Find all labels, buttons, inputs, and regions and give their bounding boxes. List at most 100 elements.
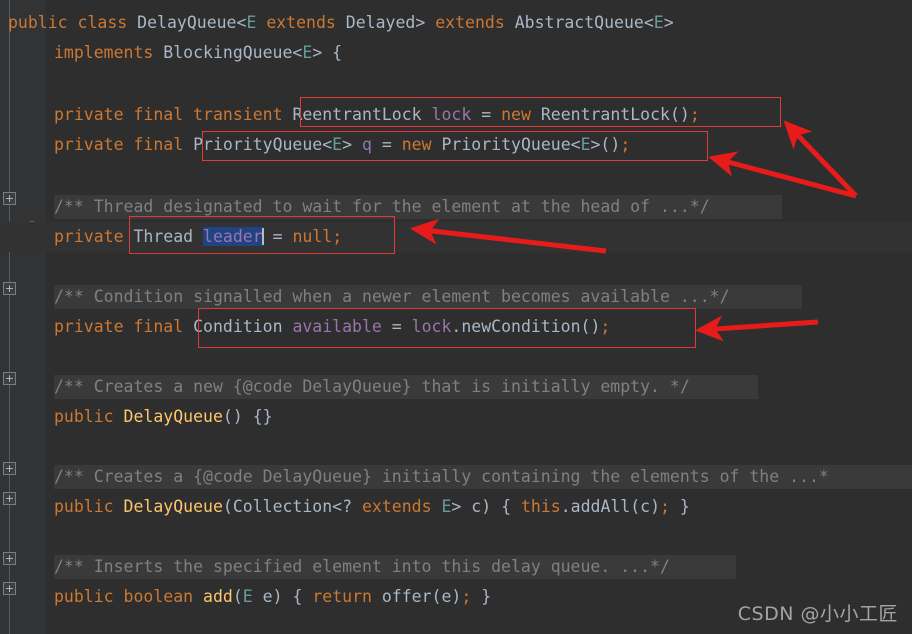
code-token: boolean	[123, 587, 194, 606]
code-token: <	[236, 13, 247, 32]
code-token: > c) {	[451, 497, 521, 516]
code-token: DelayQueue	[123, 407, 223, 426]
code-token: extends	[266, 13, 336, 32]
line-lock-field[interactable]: private final transient ReentrantLock lo…	[54, 100, 700, 130]
code-token: /** Creates a new {@code DelayQueue} tha…	[54, 377, 690, 396]
code-token: final	[133, 317, 184, 336]
fold-marker-1[interactable]: +	[3, 282, 16, 295]
code-token: E	[242, 587, 253, 606]
code-token: =	[471, 105, 502, 124]
line-leader-comment[interactable]: /** Thread designated to wait for the el…	[54, 192, 710, 222]
code-token: PriorityQueue	[441, 135, 571, 154]
code-token: implements	[54, 43, 154, 62]
code-token: AbstractQueue	[514, 13, 644, 32]
code-token: =	[371, 135, 402, 154]
code-token: available	[292, 317, 382, 336]
fold-marker-2[interactable]: +	[3, 372, 16, 385]
code-token: .addAll(c)	[560, 497, 661, 516]
code-token: >()	[590, 135, 621, 154]
code-token: public	[54, 497, 114, 516]
code-token: /** Creates a {@code DelayQueue} initial…	[54, 467, 829, 486]
editor-gutter: + + + + + + +	[0, 0, 46, 634]
code-token: }	[679, 497, 690, 516]
code-token: E	[302, 43, 313, 62]
code-token: add	[203, 587, 233, 606]
code-token: >	[663, 13, 674, 32]
code-token: return	[312, 587, 372, 606]
code-token: final	[133, 105, 184, 124]
code-token: public	[8, 13, 68, 32]
code-token: e) {	[252, 587, 313, 606]
code-token: private	[54, 227, 124, 246]
code-token: E	[580, 135, 591, 154]
code-token: =	[381, 317, 412, 336]
fold-marker-5[interactable]: +	[3, 552, 16, 565]
code-token: ReentrantLock	[540, 105, 670, 124]
code-token: E	[246, 13, 257, 32]
code-text-area[interactable]: public class DelayQueue<E extends Delaye…	[0, 0, 912, 634]
code-token: /** Inserts the specified element into t…	[54, 557, 670, 576]
line-add[interactable]: public boolean add(E e) { return offer(e…	[54, 582, 491, 612]
code-token: private	[54, 105, 124, 124]
code-token: (	[222, 497, 233, 516]
code-token: public	[54, 587, 114, 606]
line-ctor1[interactable]: public DelayQueue(Collection<? extends E…	[54, 492, 690, 522]
code-token: lock	[431, 105, 472, 124]
code-token: <	[643, 13, 654, 32]
fold-marker-0[interactable]: +	[3, 192, 16, 205]
code-token: ReentrantLock	[292, 105, 422, 124]
fold-marker-4[interactable]: +	[3, 492, 16, 505]
code-token: E	[441, 497, 452, 516]
code-token: BlockingQueue	[163, 43, 293, 62]
code-token: final	[133, 135, 184, 154]
code-token: ;	[461, 587, 482, 606]
code-token: E	[653, 13, 664, 32]
line-ctor0[interactable]: public DelayQueue() {}	[54, 402, 273, 432]
code-token: <	[322, 135, 333, 154]
line-leader-field[interactable]: private Thread leader = null;	[54, 222, 342, 252]
code-token: transient	[193, 105, 283, 124]
line-ctor0-comment[interactable]: /** Creates a new {@code DelayQueue} tha…	[54, 372, 690, 402]
code-token: Thread	[133, 227, 194, 246]
line-q-field[interactable]: private final PriorityQueue<E> q = new P…	[54, 130, 630, 160]
fold-marker-6[interactable]: +	[3, 582, 16, 595]
code-token: >	[415, 13, 436, 32]
line-implements[interactable]: implements BlockingQueue<E> {	[54, 38, 342, 68]
code-token: private	[54, 317, 124, 336]
code-token: ()	[669, 105, 690, 124]
code-token: DelayQueue	[123, 497, 223, 516]
code-token: Collection	[232, 497, 333, 516]
csdn-watermark: CSDN @小小工匠	[737, 603, 898, 625]
line-available-comment[interactable]: /** Condition signalled when a newer ele…	[54, 282, 730, 312]
line-class-decl[interactable]: public class DelayQueue<E extends Delaye…	[8, 8, 674, 38]
line-add-comment[interactable]: /** Inserts the specified element into t…	[54, 552, 670, 582]
code-token: /** Condition signalled when a newer ele…	[54, 287, 730, 306]
line-ctor1-comment[interactable]: /** Creates a {@code DelayQueue} initial…	[54, 462, 829, 492]
fold-marker-3[interactable]: +	[3, 462, 16, 475]
code-token: <	[292, 43, 303, 62]
code-token: extends	[435, 13, 505, 32]
code-token: public	[54, 407, 114, 426]
line-available-field[interactable]: private final Condition available = lock…	[54, 312, 610, 342]
code-token: this	[520, 497, 561, 516]
code-token: PriorityQueue	[193, 135, 323, 154]
